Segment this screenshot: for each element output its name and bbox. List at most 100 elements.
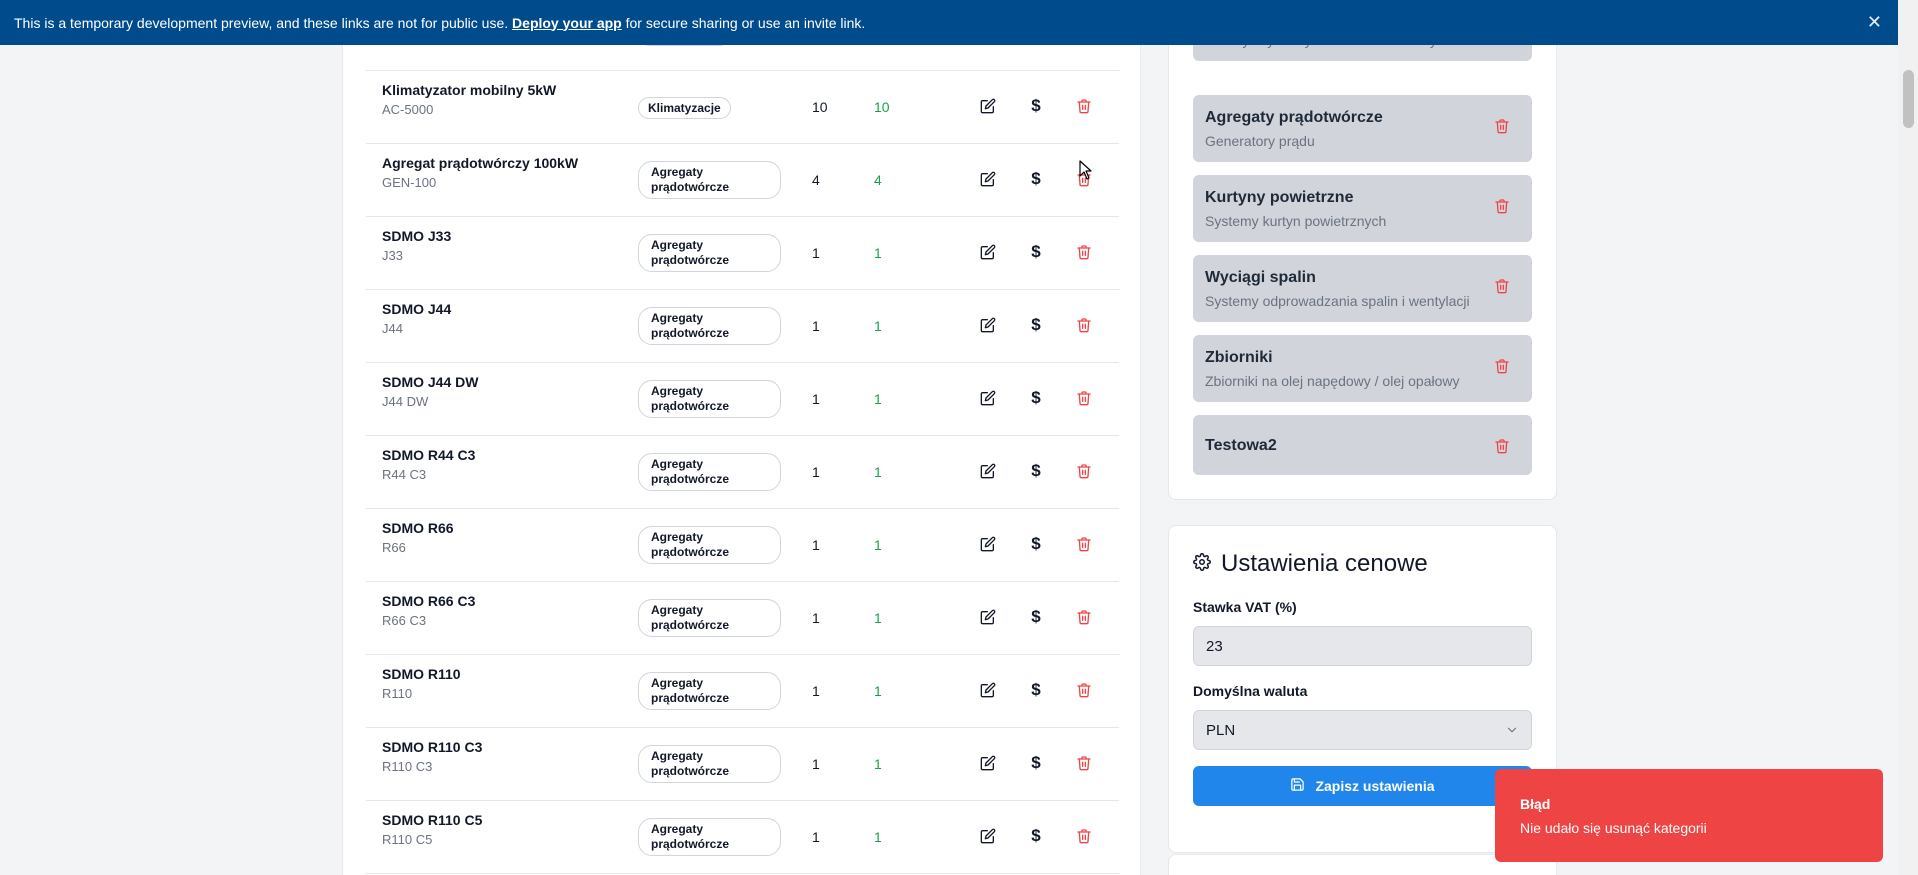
category-badge: Agregaty prądotwórcze [638, 453, 781, 491]
category-name: Testowa2 [1205, 437, 1277, 454]
dollar-icon[interactable]: $ [1025, 825, 1047, 847]
pricing-title-text: Ustawienia cenowe [1221, 550, 1428, 577]
product-quantity: 4 [812, 172, 820, 188]
save-settings-button[interactable]: Zapisz ustawienia [1193, 766, 1532, 806]
category-badge: Agregaty prądotwórcze [638, 672, 781, 710]
product-name: SDMO R110 [382, 666, 461, 682]
product-code: R66 [382, 540, 406, 555]
trash-icon[interactable] [1073, 460, 1095, 482]
edit-icon[interactable] [977, 825, 999, 847]
trash-icon[interactable] [1494, 198, 1510, 219]
category-description: Zbiorniki na olej napędowy / olej opałow… [1205, 373, 1460, 389]
product-code: J44 [382, 321, 403, 336]
dev-preview-banner: This is a temporary development preview,… [0, 0, 1898, 45]
product-quantity: 1 [812, 318, 820, 334]
trash-icon[interactable] [1494, 278, 1510, 299]
category-item: Zbiorniki Zbiorniki na olej napędowy / ol… [1193, 335, 1532, 402]
trash-icon[interactable] [1494, 118, 1510, 139]
product-name: Agregat prądotwórczy 100kW [382, 155, 579, 171]
category-item: Wyciągi spalin Systemy odprowadzania spal… [1193, 255, 1532, 322]
category-badge: Agregaty prądotwórcze [638, 745, 781, 783]
product-quantity: 1 [812, 537, 820, 553]
table-row: SDMO R110 C5 R110 C5 Agregaty prądotwórcze… [366, 801, 1119, 874]
dollar-icon[interactable]: $ [1025, 460, 1047, 482]
vat-value: 23 [1206, 637, 1223, 655]
category-badge: Klimatyzacje [638, 97, 731, 119]
dollar-icon[interactable]: $ [1025, 752, 1047, 774]
product-available: 1 [874, 610, 882, 626]
product-name: SDMO R110 C3 [382, 739, 483, 755]
product-quantity: 1 [812, 610, 820, 626]
edit-icon[interactable] [977, 314, 999, 336]
product-code: R110 C3 [382, 759, 433, 774]
deploy-app-link[interactable]: Deploy your app [512, 15, 622, 31]
mouse-cursor-icon [1079, 160, 1093, 185]
edit-icon[interactable] [977, 679, 999, 701]
product-code: R110 C5 [382, 832, 433, 847]
edit-icon[interactable] [977, 241, 999, 263]
trash-icon[interactable] [1494, 438, 1510, 459]
trash-icon[interactable] [1494, 358, 1510, 379]
vat-input[interactable]: 23 [1193, 626, 1532, 666]
product-quantity: 10 [812, 99, 828, 115]
currency-select[interactable]: PLN [1193, 710, 1532, 750]
dollar-icon[interactable]: $ [1025, 606, 1047, 628]
category-badge: Agregaty prądotwórcze [638, 818, 781, 856]
close-icon[interactable]: ✕ [1867, 12, 1882, 33]
products-table: Master BV77BV77Nagrzewnice88$Klimatyzato… [366, 0, 1119, 874]
trash-icon[interactable] [1073, 241, 1095, 263]
edit-icon[interactable] [977, 752, 999, 774]
product-code: AC-5000 [382, 102, 434, 117]
category-description: Systemy odprowadzania spalin i wentylacj… [1205, 293, 1470, 309]
trash-icon[interactable] [1073, 387, 1095, 409]
dollar-icon[interactable]: $ [1025, 95, 1047, 117]
product-name: SDMO J33 [382, 228, 452, 244]
scrollbar-thumb[interactable] [1903, 70, 1914, 128]
edit-icon[interactable] [977, 387, 999, 409]
trash-icon[interactable] [1073, 752, 1095, 774]
trash-icon[interactable] [1073, 679, 1095, 701]
category-badge: Agregaty prądotwórcze [638, 526, 781, 564]
currency-value: PLN [1206, 721, 1236, 739]
product-quantity: 1 [812, 391, 820, 407]
product-available: 1 [874, 537, 882, 553]
product-available: 1 [874, 464, 882, 480]
category-badge: Agregaty prądotwórcze [638, 599, 781, 637]
error-toast[interactable]: Błąd Nie udało się usunąć kategorii [1495, 769, 1883, 862]
edit-icon[interactable] [977, 460, 999, 482]
banner-text: This is a temporary development preview,… [14, 14, 509, 31]
category-badge: Agregaty prądotwórcze [638, 380, 781, 418]
product-code: R44 C3 [382, 467, 427, 482]
dollar-icon[interactable]: $ [1025, 241, 1047, 263]
product-quantity: 1 [812, 683, 820, 699]
product-name: SDMO R44 C3 [382, 447, 476, 463]
trash-icon[interactable] [1073, 95, 1095, 117]
edit-icon[interactable] [977, 606, 999, 628]
table-row: SDMO J33 J33 Agregaty prądotwórcze 1 1 $ [366, 217, 1119, 290]
chevron-down-icon [1505, 723, 1519, 741]
edit-icon[interactable] [977, 168, 999, 190]
edit-icon[interactable] [977, 95, 999, 117]
dollar-icon[interactable]: $ [1025, 168, 1047, 190]
category-item: Agregaty prądotwórcze Generatory prądu [1193, 95, 1532, 162]
save-settings-label: Zapisz ustawienia [1315, 778, 1435, 794]
product-available: 1 [874, 245, 882, 261]
vat-label: Stawka VAT (%) [1193, 599, 1297, 615]
edit-icon[interactable] [977, 533, 999, 555]
table-row: SDMO R110 R110 Agregaty prądotwórcze 1 1 $ [366, 655, 1119, 728]
product-code: J33 [382, 248, 403, 263]
trash-icon[interactable] [1073, 533, 1095, 555]
dollar-icon[interactable]: $ [1025, 314, 1047, 336]
table-row: SDMO J44 J44 Agregaty prądotwórcze 1 1 $ [366, 290, 1119, 363]
dollar-icon[interactable]: $ [1025, 387, 1047, 409]
trash-icon[interactable] [1073, 314, 1095, 336]
table-row: SDMO R110 C3 R110 C3 Agregaty prądotwórcze… [366, 728, 1119, 801]
trash-icon[interactable] [1073, 606, 1095, 628]
dollar-icon[interactable]: $ [1025, 533, 1047, 555]
product-name: SDMO J44 [382, 301, 452, 317]
trash-icon[interactable] [1073, 825, 1095, 847]
product-quantity: 1 [812, 756, 820, 772]
page-scrollbar[interactable] [1898, 0, 1918, 875]
dollar-icon[interactable]: $ [1025, 679, 1047, 701]
banner-text-after: for secure sharing or use an invite link… [625, 14, 866, 31]
